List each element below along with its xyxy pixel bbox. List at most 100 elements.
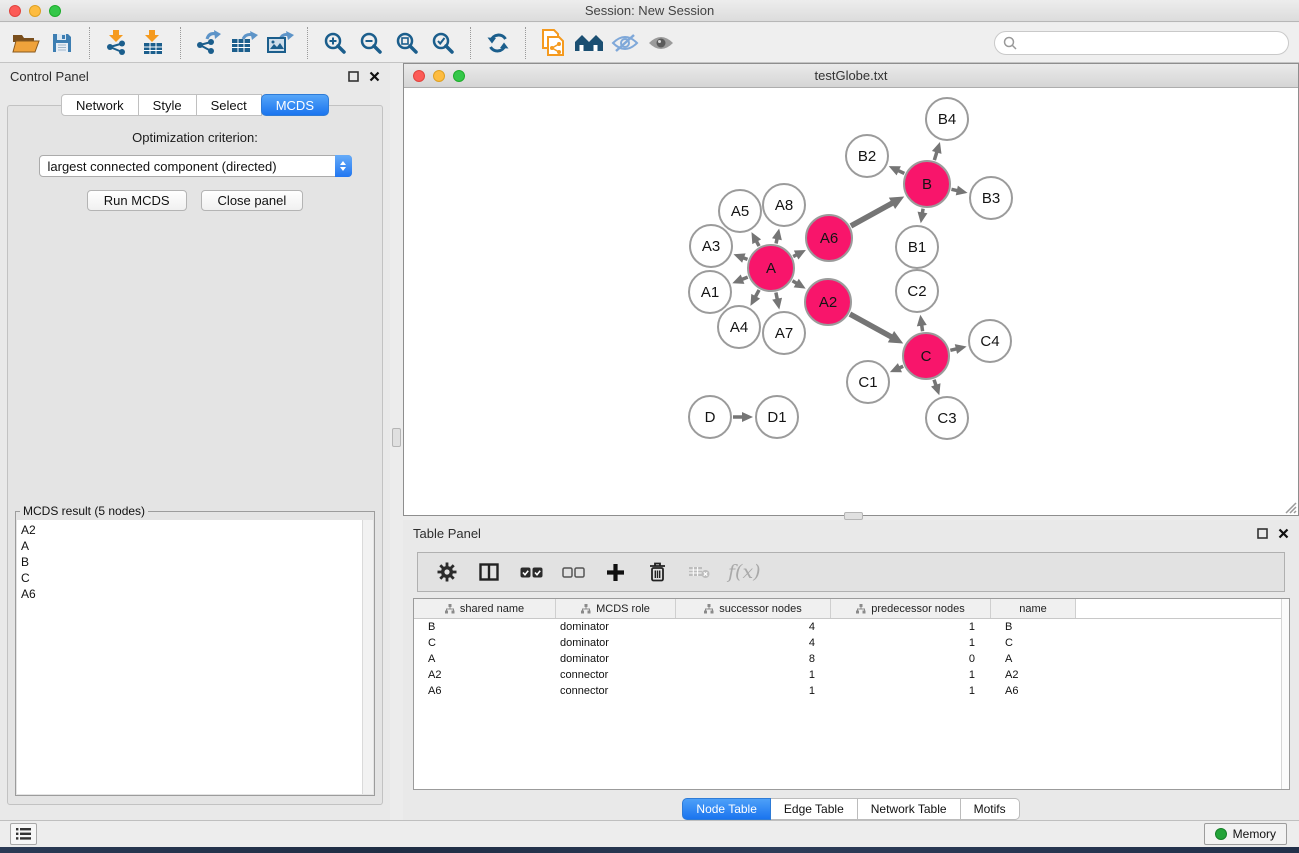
network-node-C1[interactable]: C1 (847, 361, 889, 403)
table-row[interactable]: Bdominator41B (414, 619, 1289, 635)
tab-network-table[interactable]: Network Table (858, 798, 961, 820)
mcds-result-list[interactable]: A2ABCA6 (17, 520, 363, 794)
float-panel-icon[interactable] (348, 71, 359, 82)
column-header-name[interactable]: name (991, 599, 1076, 618)
tab-network[interactable]: Network (61, 94, 139, 116)
eye-slash-icon (611, 33, 639, 53)
show-column-button[interactable] (476, 557, 502, 587)
column-header-predecessor-nodes[interactable]: predecessor nodes (831, 599, 991, 618)
export-table-button[interactable] (226, 25, 262, 61)
column-header-successor-nodes[interactable]: successor nodes (676, 599, 831, 618)
column-header-MCDS-role[interactable]: MCDS role (556, 599, 676, 618)
import-table-button[interactable] (135, 25, 171, 61)
toolbar-separator (180, 27, 181, 59)
export-network-button[interactable] (190, 25, 226, 61)
show-all-networks-button[interactable] (571, 25, 607, 61)
close-panel-button[interactable]: Close panel (201, 190, 304, 211)
network-node-A5[interactable]: A5 (719, 190, 761, 232)
table-settings-button[interactable] (434, 557, 460, 587)
tab-edge-table[interactable]: Edge Table (771, 798, 858, 820)
tab-select[interactable]: Select (197, 94, 262, 116)
network-canvas[interactable]: B4 B2 B B3 A5A8 A3 A6 A B1 A1 C2 A2 A4A7 C C4 C1 C3 D D1 (404, 88, 1298, 515)
import-network-button[interactable] (99, 25, 135, 61)
table-cell: 0 (831, 653, 991, 665)
table-row[interactable]: A2connector11A2 (414, 667, 1289, 683)
tab-mcds[interactable]: MCDS (261, 94, 329, 116)
close-panel-icon[interactable] (369, 71, 380, 82)
export-image-icon (266, 30, 294, 56)
table-row[interactable]: Adominator80A (414, 651, 1289, 667)
delete-column-button[interactable] (644, 557, 670, 587)
network-node-C2[interactable]: C2 (896, 270, 938, 312)
network-node-A6[interactable]: A6 (806, 215, 852, 261)
trash-icon (649, 562, 666, 582)
network-node-D[interactable]: D (689, 396, 731, 438)
create-column-button[interactable] (602, 557, 628, 587)
mcds-result-item[interactable]: B (21, 554, 362, 570)
network-node-A8[interactable]: A8 (763, 184, 805, 226)
edge-A2-C[interactable] (850, 314, 893, 338)
network-node-A1[interactable]: A1 (689, 271, 731, 313)
search-input[interactable] (1022, 36, 1288, 50)
save-session-button[interactable] (44, 25, 80, 61)
hide-graphics-details-button[interactable] (607, 25, 643, 61)
edge-arrowhead (772, 229, 782, 241)
network-node-C[interactable]: C (903, 333, 949, 379)
table-row[interactable]: Cdominator41C (414, 635, 1289, 651)
mcds-result-item[interactable]: A6 (21, 586, 362, 602)
run-mcds-button[interactable]: Run MCDS (87, 190, 187, 211)
horizontal-splitter-handle[interactable] (844, 512, 863, 520)
tab-style[interactable]: Style (139, 94, 197, 116)
export-image-button[interactable] (262, 25, 298, 61)
mcds-result-item[interactable]: A (21, 538, 362, 554)
zoom-fit-button[interactable] (389, 25, 425, 61)
select-all-button[interactable] (518, 557, 544, 587)
table-cell: A2 (414, 669, 556, 681)
network-node-A2[interactable]: A2 (805, 279, 851, 325)
zoom-selected-icon (431, 31, 455, 55)
vertical-splitter-handle[interactable] (392, 428, 401, 447)
zoom-in-button[interactable] (317, 25, 353, 61)
network-window-title: testGlobe.txt (404, 68, 1298, 83)
network-node-A3[interactable]: A3 (690, 225, 732, 267)
optimization-criterion-select[interactable]: largest connected component (directed) (39, 155, 352, 177)
zoom-selected-button[interactable] (425, 25, 461, 61)
open-session-button[interactable] (8, 25, 44, 61)
tab-motifs[interactable]: Motifs (961, 798, 1020, 820)
mcds-result-item[interactable]: C (21, 570, 362, 586)
delete-table-button[interactable] (686, 557, 712, 587)
mcds-result-item[interactable]: A2 (21, 522, 362, 538)
network-node-A7[interactable]: A7 (763, 312, 805, 354)
network-node-C4[interactable]: C4 (969, 320, 1011, 362)
network-node-B[interactable]: B (904, 161, 950, 207)
network-node-B2[interactable]: B2 (846, 135, 888, 177)
network-node-C3[interactable]: C3 (926, 397, 968, 439)
new-network-from-selection-button[interactable] (535, 25, 571, 61)
task-history-button[interactable] (10, 823, 37, 845)
window-title: Session: New Session (0, 3, 1299, 18)
network-node-A4[interactable]: A4 (718, 306, 760, 348)
memory-button[interactable]: Memory (1204, 823, 1287, 845)
deselect-all-button[interactable] (560, 557, 586, 587)
show-graphics-details-button[interactable] (643, 25, 679, 61)
table-cell: A2 (991, 669, 1076, 681)
network-node-D1[interactable]: D1 (756, 396, 798, 438)
resize-grip-icon[interactable] (1283, 500, 1297, 514)
table-scrollbar[interactable] (1281, 599, 1289, 789)
network-node-A[interactable]: A (748, 245, 794, 291)
network-node-B4[interactable]: B4 (926, 98, 968, 140)
table-row[interactable]: A6connector11A6 (414, 683, 1289, 699)
edge-A6-B[interactable] (851, 202, 894, 226)
network-node-B1[interactable]: B1 (896, 226, 938, 268)
tab-node-table[interactable]: Node Table (682, 798, 771, 820)
mcds-list-scrollbar[interactable] (362, 520, 373, 794)
function-builder-button[interactable]: f(x) (728, 557, 761, 587)
float-panel-icon[interactable] (1257, 528, 1268, 539)
control-panel-title: Control Panel (10, 69, 338, 84)
refresh-button[interactable] (480, 25, 516, 61)
search-box[interactable] (994, 31, 1289, 55)
zoom-out-button[interactable] (353, 25, 389, 61)
close-panel-icon[interactable] (1278, 528, 1289, 539)
network-node-B3[interactable]: B3 (970, 177, 1012, 219)
column-header-shared-name[interactable]: shared name (414, 599, 556, 618)
